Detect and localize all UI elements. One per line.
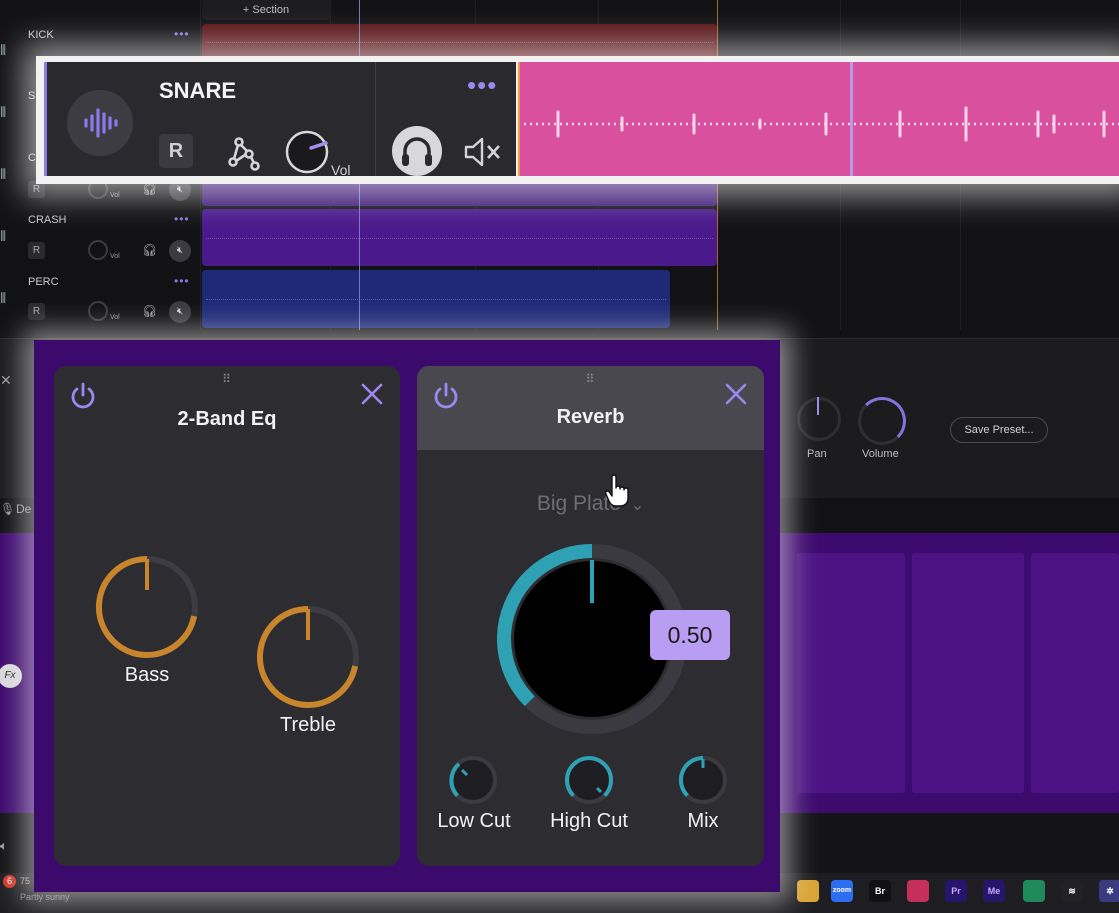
- snare-track-zoom: SNARE ••• R Vol: [36, 56, 1119, 184]
- waveform-icon: ⦀: [0, 42, 7, 58]
- vol-label: Vol: [110, 192, 120, 199]
- premiere-icon[interactable]: Pr: [945, 880, 967, 902]
- app-icon[interactable]: ✲: [1099, 880, 1119, 902]
- folder-icon[interactable]: [797, 880, 819, 902]
- mute-button[interactable]: 🔇︎: [169, 240, 191, 262]
- device-label: De: [16, 502, 32, 516]
- mute-button[interactable]: 🔇︎: [169, 301, 191, 323]
- track-name-perc: PERC: [28, 276, 59, 288]
- pan-knob-indicator: [817, 397, 819, 415]
- perc-clip[interactable]: [202, 270, 670, 328]
- close-icon[interactable]: [724, 382, 748, 406]
- waveform-icon: [84, 108, 118, 138]
- headphones-icon[interactable]: 🎧︎: [142, 182, 157, 196]
- headphones-solo-button[interactable]: [392, 126, 442, 176]
- kick-clip[interactable]: [202, 24, 717, 60]
- track-more-button[interactable]: •••: [174, 212, 190, 226]
- track-more-button[interactable]: •••: [467, 70, 497, 101]
- bass-label: Bass: [124, 664, 170, 686]
- pan-knob[interactable]: [797, 397, 841, 441]
- high-cut-knob[interactable]: [563, 754, 615, 806]
- waveform-icon: ⦀: [0, 104, 7, 120]
- effects-chain-panel: ⠿ 2-Band Eq Bass Treble ⠿ Reverb Big Pla…: [34, 340, 780, 892]
- mix-knob[interactable]: [677, 754, 729, 806]
- drag-handle-icon[interactable]: ⠿: [579, 373, 603, 390]
- playhead[interactable]: [850, 62, 853, 176]
- waveform-icon: ⦀: [0, 290, 7, 306]
- volume-knob[interactable]: [88, 240, 108, 260]
- snare-track-header: SNARE ••• R Vol: [44, 62, 516, 178]
- track-title: SNARE: [159, 78, 237, 103]
- add-section-button[interactable]: + Section: [202, 0, 330, 20]
- weather-text: Partly sunny: [20, 892, 70, 902]
- headphones-icon[interactable]: 🎧︎: [142, 243, 157, 257]
- snare-clip[interactable]: [518, 62, 1119, 176]
- preset-dropdown[interactable]: Big Plate ⌄: [417, 492, 764, 516]
- drum-pad[interactable]: [797, 553, 905, 793]
- track-controls: R Vol 🎧︎ 🔇︎: [28, 240, 198, 262]
- track-more-button[interactable]: •••: [174, 274, 190, 288]
- volume-knob[interactable]: [88, 301, 108, 321]
- vol-label: Vol: [110, 314, 120, 321]
- close-icon[interactable]: [360, 382, 384, 406]
- drag-handle-icon[interactable]: ⠿: [215, 373, 239, 390]
- plugin-title: 2-Band Eq: [177, 408, 277, 430]
- high-cut-label: High Cut: [550, 810, 628, 832]
- headphones-icon[interactable]: 🎧︎: [142, 304, 157, 318]
- value-tooltip: 0.50: [650, 610, 730, 660]
- crash-clip[interactable]: [202, 209, 717, 266]
- capcut-icon[interactable]: ≋: [1061, 880, 1083, 902]
- low-cut-knob[interactable]: [447, 754, 499, 806]
- treble-label: Treble: [280, 714, 336, 736]
- track-name-kick: KICK: [28, 29, 54, 41]
- creative-cloud-icon[interactable]: [907, 880, 929, 902]
- weather-temp: 75: [20, 876, 31, 886]
- waveform-icon: ⦀: [0, 166, 7, 182]
- speaker-icon[interactable]: 🔈︎: [0, 838, 8, 854]
- power-icon[interactable]: [68, 380, 98, 410]
- hand-cursor-icon: [604, 474, 629, 507]
- bass-knob[interactable]: [92, 552, 202, 662]
- record-button[interactable]: R: [28, 242, 45, 259]
- zoom-icon[interactable]: zoom: [831, 880, 853, 902]
- drum-pad[interactable]: [912, 553, 1024, 793]
- treble-knob[interactable]: [253, 602, 363, 712]
- chevron-down-icon: ⌄: [630, 497, 645, 514]
- bridge-icon[interactable]: Br: [869, 880, 891, 902]
- mute-icon[interactable]: [462, 136, 502, 168]
- plugin-title: Reverb: [556, 406, 625, 428]
- automation-icon[interactable]: [225, 132, 261, 172]
- eq-plugin-card: ⠿ 2-Band Eq Bass Treble: [54, 366, 400, 866]
- track-icon[interactable]: [67, 90, 133, 156]
- pan-label: Pan: [807, 448, 827, 460]
- close-icon[interactable]: ✕: [0, 372, 12, 389]
- media-encoder-icon[interactable]: Me: [983, 880, 1005, 902]
- reverb-plugin-card: ⠿ Reverb Big Plate ⌄ 0.50 Low Cut High C…: [417, 366, 764, 866]
- low-cut-label: Low Cut: [437, 810, 511, 832]
- mix-label: Mix: [687, 810, 719, 832]
- waveform-icon: ⦀: [0, 228, 7, 244]
- track-more-button[interactable]: •••: [174, 27, 190, 41]
- vol-label: Vol: [331, 162, 351, 178]
- volume-label: Volume: [862, 448, 899, 460]
- mic-icon: 🎙︎: [0, 502, 16, 516]
- volume-knob[interactable]: [858, 397, 906, 445]
- record-button[interactable]: R: [28, 303, 45, 320]
- drum-pad[interactable]: [1031, 553, 1119, 793]
- clip-waveform: [524, 106, 1119, 142]
- chat-icon[interactable]: [1023, 880, 1045, 902]
- track-controls: R Vol 🎧︎ 🔇︎: [28, 301, 198, 323]
- plugin-header: ⠿ Reverb: [417, 366, 764, 450]
- headphones-icon: [402, 137, 432, 166]
- record-arm-button[interactable]: R: [159, 134, 193, 168]
- track-name-crash: CRASH: [28, 214, 67, 226]
- plugin-header: ⠿ 2-Band Eq: [54, 366, 400, 450]
- save-preset-button[interactable]: Save Preset...: [950, 417, 1048, 443]
- divider: [375, 62, 376, 176]
- volume-knob[interactable]: [283, 128, 331, 176]
- vol-label: Vol: [110, 253, 120, 260]
- notification-badge: 6: [3, 875, 16, 888]
